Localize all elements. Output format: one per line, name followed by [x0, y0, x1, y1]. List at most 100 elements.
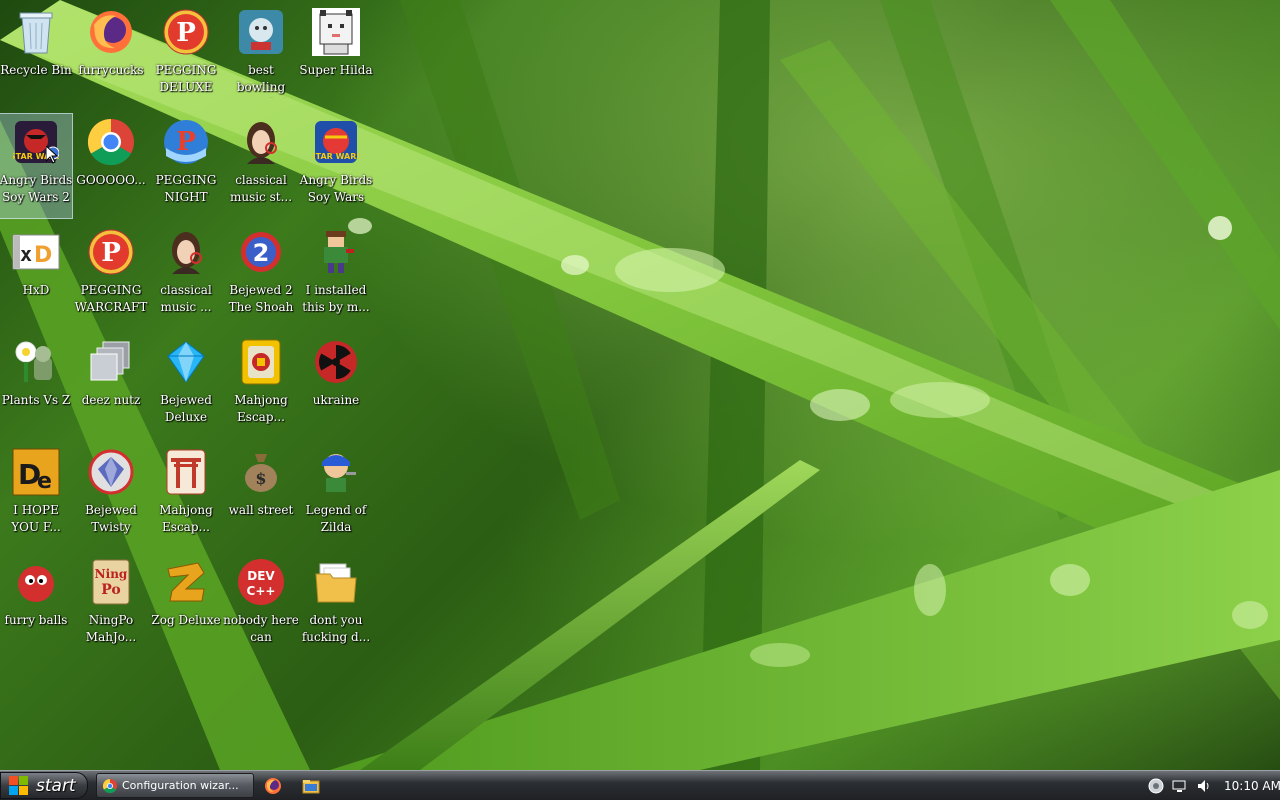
clock[interactable]: 10:10 AM — [1224, 779, 1280, 793]
pegging-p-icon: P — [87, 228, 135, 276]
pegging-p-icon: P — [162, 8, 210, 56]
desktop-icon-label: Bejewed Twisty — [85, 503, 137, 534]
desktop-icon-label: I HOPE YOU F... — [11, 503, 61, 534]
windows-logo-icon — [9, 775, 29, 796]
svg-text:Ning: Ning — [95, 567, 128, 581]
desktop-icon-label: Bejewed Deluxe — [160, 393, 212, 424]
bowling-game-icon — [237, 8, 285, 56]
chrome-icon — [87, 118, 135, 166]
desktop-icon-label: classical music st... — [229, 173, 293, 204]
desktop-icon-pegging-warcraft[interactable]: P PEGGING WARCRAFT — [75, 224, 147, 328]
svg-text:e: e — [37, 469, 52, 494]
desktop-icon-label: Bejewed 2 The Shoah — [228, 283, 294, 314]
recycle-bin-icon — [12, 8, 60, 56]
pixel-cat-icon — [312, 8, 360, 56]
zog-icon — [162, 558, 210, 606]
desktop-icon-label: furrycucks — [78, 63, 144, 77]
zelda-character-icon — [312, 448, 360, 496]
desktop-icon-mahjong-escap[interactable]: Mahjong Escap... — [225, 334, 297, 438]
mahjong-tile-icon — [237, 338, 285, 386]
start-label: start — [36, 775, 76, 796]
desktop-icon-hxd[interactable]: x D HxD — [0, 224, 72, 328]
svg-text:DEV: DEV — [247, 569, 275, 583]
desktop-icon-label: Legend of Zilda — [305, 503, 367, 534]
de-icon: De — [12, 448, 60, 496]
desktop-icon-pegging-deluxe[interactable]: P PEGGING DELUXE — [150, 4, 222, 108]
svg-text:Po: Po — [101, 582, 121, 598]
desktop-icon-label: Angry Birds Soy Wars — [299, 173, 373, 204]
angry-birds-star-wars-icon: STAR WARS — [312, 118, 360, 166]
desktop-icon-legend-of-zilda[interactable]: Legend of Zilda — [300, 444, 372, 548]
desktop-icon-angry-birds-soy-wars-2[interactable]: STAR WARSAngry Birds Soy Wars 2 — [0, 113, 73, 219]
desktop-icon-label: best bowling game of al... — [223, 63, 298, 98]
desktop-icon-deez-nutz[interactable]: deez nutz — [75, 334, 147, 438]
svg-text:2: 2 — [253, 239, 270, 267]
desktop-icon-label: PEGGING NIGHT — [155, 173, 217, 204]
start-button[interactable]: start — [0, 772, 88, 799]
svg-text:P: P — [176, 18, 196, 48]
desktop-icon-plants-vs-z[interactable]: Plants Vs Z — [0, 334, 72, 438]
stacked-windows-icon — [87, 338, 135, 386]
desktop-icon-classical-music[interactable]: classical music ... — [150, 224, 222, 328]
desktop-icon-nobody-here-can-program[interactable]: DEVC++ nobody here can program — [223, 554, 299, 658]
ningpo-icon: Ning Po — [87, 558, 135, 606]
classical-portrait-icon — [162, 228, 210, 276]
desktop-icon-i-installed-this-by-m[interactable]: I installed this by m... — [300, 224, 372, 328]
desktop-icon-super-hilda[interactable]: Super Hilda — [299, 4, 373, 108]
desktop-icon-dont-you-fucking-d[interactable]: dont you fucking d... — [300, 554, 372, 658]
desktop-icon-mahjong-escap[interactable]: Mahjong Escap... — [150, 444, 222, 548]
twist-gem-icon — [87, 448, 135, 496]
desktop-icon-label: PEGGING WARCRAFT — [74, 283, 148, 314]
money-bag-icon: $ — [237, 448, 285, 496]
desktop-icon-zog-deluxe[interactable]: Zog Deluxe — [150, 554, 222, 658]
radiation-icon — [312, 338, 360, 386]
torii-gate-icon — [162, 448, 210, 496]
desktop-icon-label: I installed this by m... — [302, 283, 370, 314]
dev-cpp-icon: DEV C++ — [237, 558, 285, 606]
volume-icon[interactable] — [1196, 778, 1212, 794]
desktop-icon-ningpo-mahjo[interactable]: Ning Po NingPo MahJo... — [75, 554, 147, 658]
desktop-icon-bejewed-deluxe[interactable]: Bejewed Deluxe — [150, 334, 222, 438]
display-icon[interactable] — [1172, 778, 1188, 794]
desktop-icon-bejewed-twisty[interactable]: Bejewed Twisty — [75, 444, 147, 548]
taskbar-item-configuration-wizard[interactable]: Configuration wizar... — [96, 773, 254, 798]
desktop-icon-label: NingPo MahJo... — [85, 613, 137, 644]
desktop-icon-ukraine[interactable]: ukraine — [300, 334, 372, 438]
chrome-icon — [103, 778, 117, 793]
desktop-icon-gooooo[interactable]: GOOOOO... — [75, 114, 147, 218]
desktop-icon-label: classical music ... — [160, 283, 212, 314]
desktop-icon-label: Recycle Bin — [0, 63, 72, 77]
desktop-icon-label: Plants Vs Z — [1, 393, 71, 407]
desktop-icon-label: GOOOOO... — [76, 173, 146, 187]
file-explorer-icon[interactable] — [302, 777, 320, 795]
pegging-p-blue-icon: P — [162, 118, 210, 166]
desktop-icon-best-bowling-game-of-al[interactable]: best bowling game of al... — [223, 4, 299, 108]
desktop-icon-pegging-night[interactable]: P PEGGING NIGHT — [150, 114, 222, 218]
desktop-icon-angry-birds-soy-wars[interactable]: STAR WARS Angry Birds Soy Wars — [300, 114, 372, 218]
desktop-icon-furry-balls[interactable]: furry balls — [0, 554, 72, 658]
desktop-icon-recycle-bin[interactable]: Recycle Bin — [0, 4, 72, 108]
desktop-icon-classical-music-st[interactable]: classical music st... — [225, 114, 297, 218]
desktop-icon-wall-street[interactable]: $ wall street — [225, 444, 297, 548]
firefox-icon[interactable] — [264, 777, 282, 795]
desktop-icon-label: Super Hilda — [299, 63, 373, 77]
desktop-icon-i-hope-you-f[interactable]: De I HOPE YOU F... — [0, 444, 72, 548]
svg-text:C++: C++ — [247, 584, 276, 598]
svg-text:STAR WARS: STAR WARS — [313, 152, 359, 161]
desktop-icon-furrycucks[interactable]: furrycucks — [75, 4, 147, 108]
desktop-icon-label: HxD — [22, 283, 50, 297]
mouse-cursor-icon — [46, 146, 58, 164]
red-furball-icon — [12, 558, 60, 606]
desktop-icon-bejewed-2-the-shoah[interactable]: 2 Bejewed 2 The Shoah — [225, 224, 297, 328]
classical-portrait-icon — [237, 118, 285, 166]
desktop-icon-label: Mahjong Escap... — [159, 503, 213, 534]
svg-text:P: P — [176, 127, 196, 157]
task-label: Configuration wizar... — [122, 779, 239, 792]
network-globe-icon[interactable] — [1148, 778, 1164, 794]
taskbar: start Configuration wizar... 10:10 AM — [0, 770, 1280, 800]
desktop-icon-label: Zog Deluxe — [151, 613, 221, 627]
desktop-icon-label: ukraine — [312, 393, 360, 407]
blue-gem-icon — [162, 338, 210, 386]
folder-icon — [312, 558, 360, 606]
firefox-icon — [87, 8, 135, 56]
